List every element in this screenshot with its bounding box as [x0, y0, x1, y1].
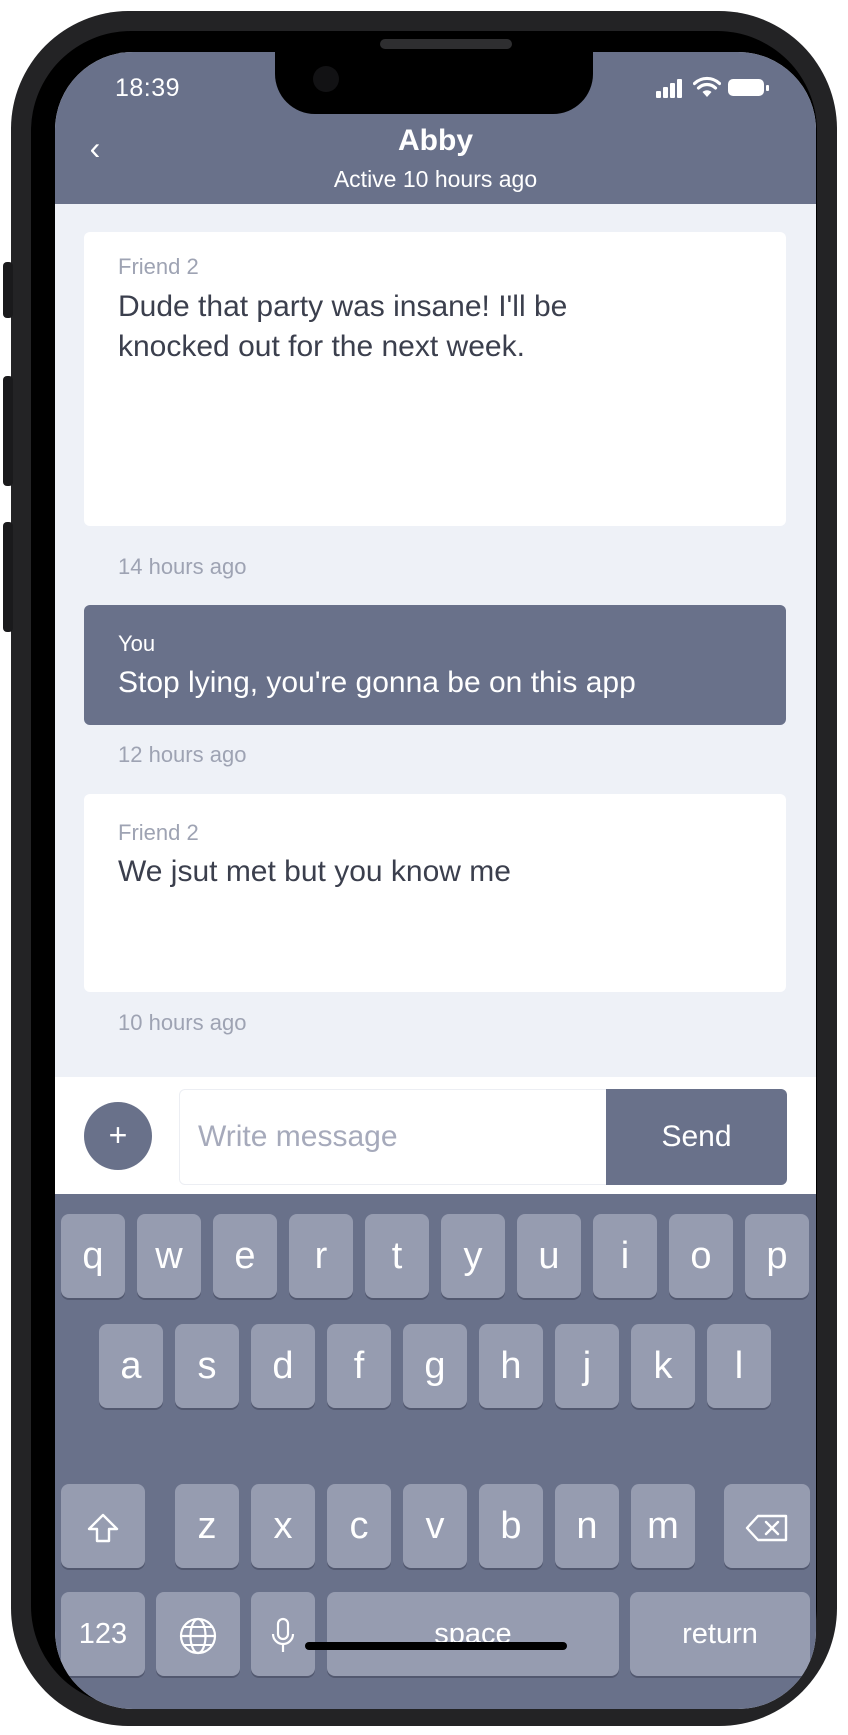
key-o[interactable]: o [669, 1214, 733, 1298]
microphone-key[interactable] [251, 1592, 315, 1676]
key-m[interactable]: m [631, 1484, 695, 1568]
status-time: 18:39 [115, 74, 181, 102]
message-sender: Friend 2 [118, 254, 199, 279]
key-u[interactable]: u [517, 1214, 581, 1298]
message-timestamp: 12 hours ago [118, 742, 247, 767]
key-v[interactable]: v [403, 1484, 467, 1568]
volume-up-button [3, 376, 13, 486]
message-sender: Friend 2 [118, 820, 199, 845]
backspace-key[interactable] [724, 1484, 810, 1568]
key-w[interactable]: w [137, 1214, 201, 1298]
contact-status: Active 10 hours ago [333, 166, 538, 192]
message-input[interactable] [179, 1089, 609, 1185]
globe-key[interactable] [156, 1592, 240, 1676]
message-timestamp: 10 hours ago [118, 1010, 247, 1035]
key-d[interactable]: d [251, 1324, 315, 1408]
key-t[interactable]: t [365, 1214, 429, 1298]
contact-name: Abby [398, 124, 473, 157]
key-f[interactable]: f [327, 1324, 391, 1408]
message-text: We jsut met but you know me [118, 855, 511, 888]
key-l[interactable]: l [707, 1324, 771, 1408]
key-c[interactable]: c [327, 1484, 391, 1568]
message-timestamp: 14 hours ago [118, 554, 247, 579]
silent-switch [3, 262, 13, 318]
globe-icon [179, 1617, 217, 1655]
key-k[interactable]: k [631, 1324, 695, 1408]
key-r[interactable]: r [289, 1214, 353, 1298]
space-key[interactable]: space [327, 1592, 619, 1676]
add-attachment-button[interactable]: + [84, 1102, 152, 1170]
backspace-icon [745, 1514, 788, 1542]
home-indicator[interactable] [305, 1642, 567, 1650]
key-z[interactable]: z [175, 1484, 239, 1568]
key-i[interactable]: i [593, 1214, 657, 1298]
battery-icon [728, 79, 764, 96]
key-q[interactable]: q [61, 1214, 125, 1298]
microphone-icon [271, 1617, 295, 1652]
message-text: Stop lying, you're gonna be on this app [118, 666, 636, 699]
status-icons [656, 76, 786, 100]
message-bubble-mine: You Stop lying, you're gonna be on this … [84, 605, 786, 725]
message-sender: You [118, 631, 156, 656]
key-j[interactable]: j [555, 1324, 619, 1408]
message-bubble-friend: Friend 2 Dude that party was insane! I'l… [84, 232, 786, 526]
key-y[interactable]: y [441, 1214, 505, 1298]
camera-icon [313, 66, 339, 92]
shift-icon [87, 1513, 119, 1543]
return-key[interactable]: return [630, 1592, 810, 1676]
shift-key[interactable] [61, 1484, 145, 1568]
key-b[interactable]: b [479, 1484, 543, 1568]
key-p[interactable]: p [745, 1214, 809, 1298]
send-button[interactable]: Send [606, 1089, 787, 1185]
battery-tip [766, 85, 769, 91]
screen: 18:39 ‹ Abby Active 10 hours ago Friend [55, 52, 816, 1709]
key-g[interactable]: g [403, 1324, 467, 1408]
message-text: Dude that party was insane! I'll be knoc… [118, 290, 568, 363]
key-x[interactable]: x [251, 1484, 315, 1568]
volume-down-button [3, 522, 13, 632]
key-n[interactable]: n [555, 1484, 619, 1568]
key-a[interactable]: a [99, 1324, 163, 1408]
message-composer: + Send [55, 1077, 816, 1194]
key-e[interactable]: e [213, 1214, 277, 1298]
key-h[interactable]: h [479, 1324, 543, 1408]
key-s[interactable]: s [175, 1324, 239, 1408]
speaker-grille [380, 39, 512, 49]
numbers-key[interactable]: 123 [61, 1592, 145, 1676]
keyboard: qwertyuiop asdfghjkl zxcvbnm 123 space r… [55, 1194, 816, 1709]
message-bubble-friend: Friend 2 We jsut met but you know me [84, 794, 786, 992]
wifi-icon [693, 76, 721, 97]
plus-icon: + [108, 1117, 128, 1153]
